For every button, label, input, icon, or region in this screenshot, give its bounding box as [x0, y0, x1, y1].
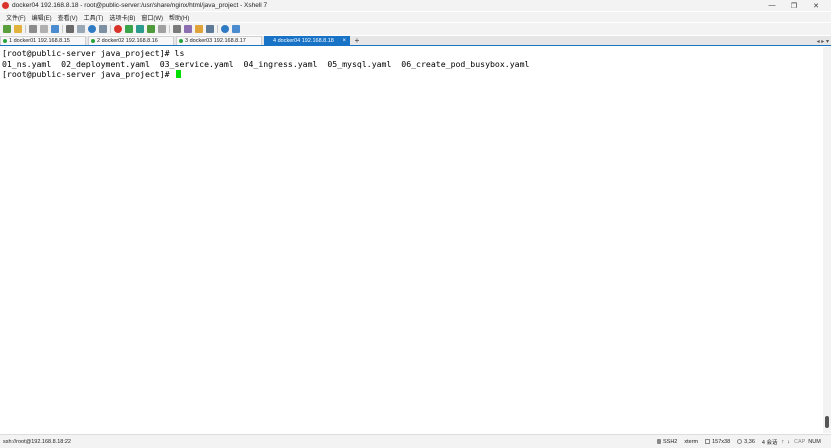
protocol-label: SSH2 [663, 438, 678, 445]
terminal-type: xterm [684, 438, 699, 445]
tab-docker01[interactable]: 1 docker01 192.168.8.15 [0, 36, 86, 45]
menu-bar: 文件(F) 编辑(E) 查看(V) 工具(T) 选项卡(B) 窗口(W) 帮助(… [0, 12, 831, 22]
chat-icon[interactable] [232, 25, 240, 33]
num-lock-indicator: NUM [808, 438, 821, 445]
connected-status-icon [91, 39, 95, 43]
menu-edit[interactable]: 编辑(E) [32, 13, 52, 22]
cursor-position-icon [737, 439, 743, 444]
menu-tools[interactable]: 工具(T) [84, 13, 104, 22]
open-folder-icon[interactable] [14, 25, 22, 33]
tab-docker02[interactable]: 2 docker02 192.168.8.16 [88, 36, 174, 45]
xshell-logo-icon [2, 2, 9, 9]
fullscreen-icon[interactable] [147, 25, 155, 33]
lock-icon[interactable] [158, 25, 166, 33]
tab-label: 4 docker04 192.168.8.18 [273, 38, 334, 44]
tab-navigation[interactable]: ◂ ▸ ▾ [817, 36, 829, 46]
layout-icon[interactable] [206, 25, 214, 33]
terminal-icon[interactable] [136, 25, 144, 33]
terminal-prompt-line: [root@public-server java_project]# [2, 69, 823, 80]
copy-icon[interactable] [77, 25, 85, 33]
tab-docker04[interactable]: 4 docker04 192.168.8.18 × [264, 36, 350, 45]
tab-label: 1 docker01 192.168.8.15 [9, 38, 70, 44]
upload-icon: ↑ [781, 438, 785, 445]
menu-window[interactable]: 窗口(W) [141, 13, 163, 22]
cursor-position-label: 3,36 [744, 438, 755, 445]
connection-address: ssh://root@192.168.8.18:22 [3, 438, 71, 445]
toolbar [0, 23, 831, 35]
search-icon[interactable] [66, 25, 74, 33]
session-count: 4 会话 [761, 439, 778, 446]
add-tab-button[interactable]: + [352, 36, 362, 45]
terminal-prompt: [root@public-server java_project]# [2, 69, 175, 79]
minimize-button[interactable]: — [761, 2, 783, 9]
protocol-status: SSH2 [657, 439, 677, 445]
cursor-position: 3,36 [737, 439, 755, 445]
terminal-output[interactable]: [root@public-server java_project]# ls 01… [0, 47, 823, 433]
toolbar-separator [110, 25, 111, 33]
toolbar-separator [217, 25, 218, 33]
toolbar-separator [25, 25, 26, 33]
menu-view[interactable]: 查看(V) [58, 13, 78, 22]
session-tab-bar: 1 docker01 192.168.8.15 2 docker02 192.1… [0, 36, 831, 46]
color-icon[interactable] [114, 25, 122, 33]
resize-icon [705, 439, 711, 444]
globe-icon[interactable] [88, 25, 96, 33]
caps-lock-indicator: CAP [793, 438, 806, 445]
tab-docker03[interactable]: 3 docker03 192.168.8.17 [176, 36, 262, 45]
terminal-scrollbar[interactable] [823, 47, 831, 433]
menu-tab[interactable]: 选项卡(B) [109, 13, 135, 22]
tab-label: 2 docker02 192.168.8.16 [97, 38, 158, 44]
script-icon[interactable] [184, 25, 192, 33]
link-icon[interactable] [29, 25, 37, 33]
transfer-icon[interactable] [125, 25, 133, 33]
toolbar-separator [169, 25, 170, 33]
new-session-icon[interactable] [3, 25, 11, 33]
connected-status-icon [3, 39, 7, 43]
folder-icon[interactable] [195, 25, 203, 33]
scrollbar-thumb[interactable] [825, 416, 829, 428]
window-controls: — ❐ ✕ [761, 0, 827, 11]
menu-help[interactable]: 帮助(H) [169, 13, 189, 22]
window-title: docker04 192.168.8.18 - root@public-serv… [12, 2, 268, 9]
text-cursor [175, 70, 181, 78]
font-icon[interactable] [99, 25, 107, 33]
status-bar: ssh://root@192.168.8.18:22 SSH2 xterm 15… [0, 434, 831, 448]
toolbar-separator [62, 25, 63, 33]
close-tab-icon[interactable]: × [342, 38, 346, 44]
connected-status-icon [179, 39, 183, 43]
terminal-line: 01_ns.yaml 02_deployment.yaml 03_service… [2, 58, 530, 69]
size-label: 157x38 [712, 438, 731, 445]
tab-label: 3 docker03 192.168.8.17 [185, 38, 246, 44]
keyboard-icon[interactable] [173, 25, 181, 33]
terminal-size: 157x38 [705, 439, 730, 445]
help-icon[interactable] [221, 25, 229, 33]
close-button[interactable]: ✕ [805, 2, 827, 10]
lock-icon [657, 439, 661, 444]
terminal-line: [root@public-server java_project]# ls [2, 48, 185, 58]
reconnect-icon[interactable] [51, 25, 59, 33]
unlink-icon[interactable] [40, 25, 48, 33]
maximize-button[interactable]: ❐ [783, 2, 805, 10]
title-bar: docker04 192.168.8.18 - root@public-serv… [0, 0, 831, 11]
download-icon: ↓ [787, 438, 790, 445]
status-info: SSH2 xterm 157x38 3,36 4 会话 ↑ ↓ CAP NUM [657, 438, 821, 446]
menu-file[interactable]: 文件(F) [6, 13, 26, 22]
